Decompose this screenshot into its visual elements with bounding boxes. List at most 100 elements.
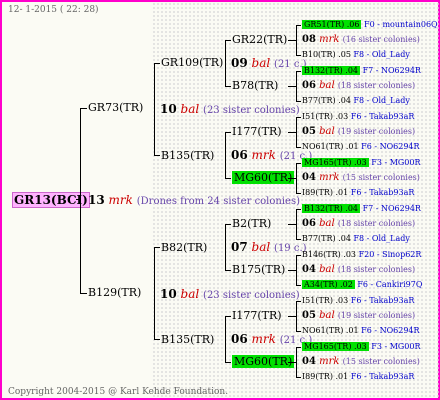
g4-info: 06 bal (18 sister colonies) bbox=[302, 218, 415, 230]
bracket-line bbox=[225, 316, 231, 317]
header-date: 12- 1-2015 ( 22: 28) bbox=[8, 5, 99, 15]
g4-num: 05 bbox=[302, 310, 316, 321]
bracket-line bbox=[296, 71, 297, 102]
pedigree-panel: 12- 1-2015 ( 22: 28) Copyright 2004-2015… bbox=[0, 0, 440, 400]
g4-note: (15 sister colonies) bbox=[342, 357, 420, 366]
bracket-line bbox=[296, 347, 297, 378]
bracket-line bbox=[288, 270, 296, 271]
g4-top-line[interactable]: B132(TR) .04 F7 - NO6294R bbox=[302, 203, 421, 215]
g2-node[interactable]: B82(TR) bbox=[161, 242, 207, 254]
bracket-line bbox=[296, 209, 297, 240]
g4-top-origin: F6 - Takab93aR bbox=[350, 112, 415, 121]
g3-node[interactable]: B2(TR) bbox=[232, 218, 271, 230]
g4-note: (16 sister colonies) bbox=[342, 35, 420, 44]
g4-note: (18 sister colonies) bbox=[337, 265, 416, 274]
bracket-line bbox=[288, 316, 296, 317]
g2-info: 06 mrk (21 c.) bbox=[231, 333, 312, 347]
bracket-line bbox=[225, 40, 226, 87]
bracket-line bbox=[296, 147, 301, 148]
g2-info: 06 mrk (21 c.) bbox=[231, 149, 312, 163]
root-num: 13 bbox=[88, 193, 105, 207]
g1-node[interactable]: B129(TR) bbox=[88, 287, 141, 299]
g4-bottom-label: I89(TR) .01 bbox=[302, 372, 349, 381]
g4-bottom-label: A34(TR) .02 bbox=[302, 280, 355, 289]
g4-bottom-line[interactable]: B10(TR) .05 F8 - Old_Lady bbox=[302, 49, 410, 61]
g3-node[interactable]: GR22(TR) bbox=[232, 34, 287, 46]
g4-top-line[interactable]: B146(TR) .03 F20 - Sinop62R bbox=[302, 249, 421, 261]
g1-info: 10 bal (23 sister colonies) bbox=[160, 103, 300, 117]
bracket-line bbox=[288, 224, 296, 225]
g3-node[interactable]: MG60(TR) bbox=[232, 171, 295, 184]
g4-top-line[interactable]: MG165(TR) .03 F3 - MG00R bbox=[302, 157, 420, 169]
g4-bottom-line[interactable]: I89(TR) .01 F6 - Takab93aR bbox=[302, 371, 414, 383]
g1-info: 10 bal (23 sister colonies) bbox=[160, 288, 300, 302]
g3-node[interactable]: MG60(TR) bbox=[232, 355, 295, 368]
g1-mark: bal bbox=[180, 287, 200, 301]
bracket-line bbox=[76, 199, 81, 200]
g1-note: (23 sister colonies) bbox=[203, 290, 300, 301]
bracket-line bbox=[80, 108, 87, 109]
g4-info: 04 mrk (15 sister colonies) bbox=[302, 172, 420, 184]
g4-note: (19 sister colonies) bbox=[337, 127, 416, 136]
g2-info: 09 bal (21 c.) bbox=[231, 57, 307, 71]
g3-node[interactable]: B175(TR) bbox=[232, 264, 285, 276]
g4-note: (18 sister colonies) bbox=[337, 219, 416, 228]
g4-bottom-line[interactable]: NO61(TR) .01 F6 - NO6294R bbox=[302, 141, 420, 153]
g3-node[interactable]: B78(TR) bbox=[232, 80, 278, 92]
g4-top-label: I51(TR) .03 bbox=[302, 112, 349, 121]
g3-node[interactable]: I177(TR) bbox=[232, 126, 282, 138]
bracket-line bbox=[225, 270, 231, 271]
g4-note: (19 sister colonies) bbox=[337, 311, 416, 320]
g4-note: (18 sister colonies) bbox=[337, 81, 416, 90]
g4-bottom-origin: F8 - Old_Lady bbox=[353, 50, 410, 59]
g2-num: 07 bbox=[231, 240, 248, 254]
g4-num: 05 bbox=[302, 126, 316, 137]
g2-mark: bal bbox=[251, 240, 271, 254]
g4-bottom-line[interactable]: B77(TR) .04 F8 - Old_Lady bbox=[302, 233, 410, 245]
g4-top-line[interactable]: GR51(TR) .06 F0 - mountain06Q bbox=[302, 19, 438, 31]
g2-node[interactable]: B135(TR) bbox=[161, 334, 214, 346]
g4-top-line[interactable]: B132(TR) .04 F7 - NO6294R bbox=[302, 65, 421, 77]
g4-info: 06 bal (18 sister colonies) bbox=[302, 80, 415, 92]
g4-mark: mrk bbox=[319, 172, 340, 183]
g1-node[interactable]: GR73(TR) bbox=[88, 102, 143, 114]
bracket-line bbox=[225, 362, 231, 363]
g4-top-line[interactable]: MG165(TR) .03 F3 - MG00R bbox=[302, 341, 420, 353]
g4-bottom-line[interactable]: NO61(TR) .01 F6 - NO6294R bbox=[302, 325, 420, 337]
g4-bottom-line[interactable]: A34(TR) .02 F6 - Cankiri97Q bbox=[302, 279, 422, 291]
g4-bottom-origin: F8 - Old_Lady bbox=[353, 234, 410, 243]
g4-top-origin: F3 - MG00R bbox=[371, 342, 421, 351]
g4-mark: bal bbox=[319, 126, 335, 137]
bracket-line bbox=[288, 40, 296, 41]
g1-num: 10 bbox=[160, 102, 177, 116]
g4-top-line[interactable]: I51(TR) .03 F6 - Takab93aR bbox=[302, 111, 414, 123]
g4-bottom-label: B10(TR) .05 bbox=[302, 50, 351, 59]
g4-bottom-origin: F6 - Takab93aR bbox=[350, 188, 415, 197]
g4-num: 06 bbox=[302, 80, 316, 91]
g4-bottom-line[interactable]: B77(TR) .04 F8 - Old_Lady bbox=[302, 95, 410, 107]
g2-node[interactable]: GR109(TR) bbox=[161, 57, 223, 69]
bracket-line bbox=[296, 377, 301, 378]
g4-top-line[interactable]: I51(TR) .03 F6 - Takab93aR bbox=[302, 295, 414, 307]
g4-bottom-label: I89(TR) .01 bbox=[302, 188, 349, 197]
g4-top-origin: F0 - mountain06Q bbox=[364, 20, 438, 29]
root-note: (Drones from 24 sister colonies) bbox=[136, 196, 300, 207]
g1-num: 10 bbox=[160, 287, 177, 301]
g3-node[interactable]: I177(TR) bbox=[232, 310, 282, 322]
bracket-line bbox=[296, 239, 301, 240]
bracket-line bbox=[80, 293, 87, 294]
g2-node[interactable]: B135(TR) bbox=[161, 150, 214, 162]
g4-mark: bal bbox=[319, 218, 335, 229]
g4-bottom-line[interactable]: I89(TR) .01 F6 - Takab93aR bbox=[302, 187, 414, 199]
g4-bottom-label: NO61(TR) .01 bbox=[302, 142, 359, 151]
bracket-line bbox=[296, 301, 297, 332]
bracket-line bbox=[296, 255, 297, 286]
g4-bottom-origin: F8 - Old_Lady bbox=[353, 96, 410, 105]
bracket-line bbox=[225, 316, 226, 363]
bracket-line bbox=[288, 86, 296, 87]
bracket-line bbox=[80, 108, 81, 294]
bracket-line bbox=[296, 55, 301, 56]
bracket-line bbox=[225, 178, 231, 179]
g4-num: 04 bbox=[302, 356, 316, 367]
bracket-line bbox=[154, 155, 160, 156]
